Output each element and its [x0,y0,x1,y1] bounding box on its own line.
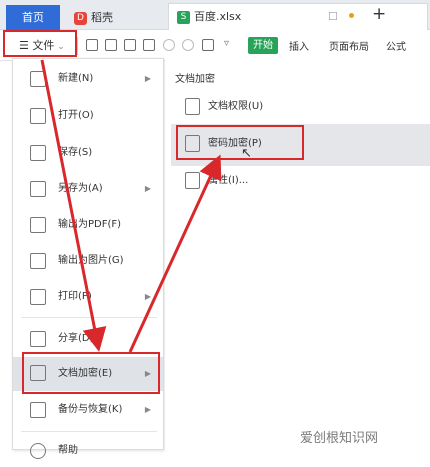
annotation-arrows [40,59,222,353]
watermark: 爱创根知识网 [300,431,379,446]
arrow-file-to-encrypt [40,59,107,352]
arrow-encrypt-to-password [128,154,222,353]
